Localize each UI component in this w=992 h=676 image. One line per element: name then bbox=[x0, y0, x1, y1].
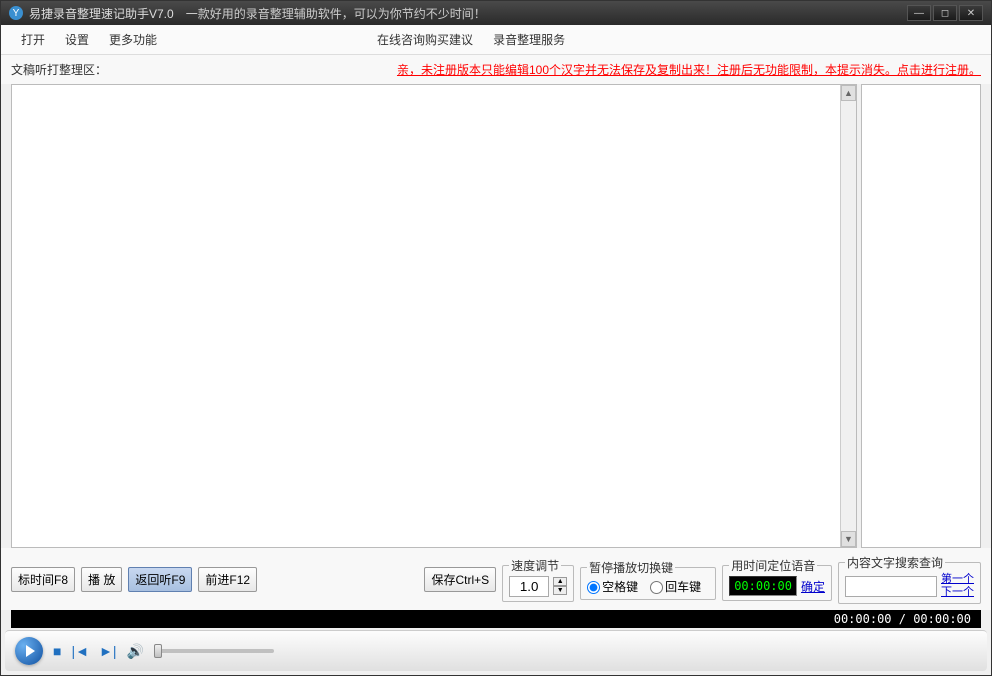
pause-enter-option[interactable]: 回车键 bbox=[650, 578, 701, 595]
speed-up-button[interactable]: ▲ bbox=[553, 577, 567, 586]
search-legend: 内容文字搜索查询 bbox=[845, 554, 945, 571]
save-button[interactable]: 保存Ctrl+S bbox=[424, 567, 496, 592]
play-button[interactable]: 播 放 bbox=[81, 567, 122, 592]
seek-slider[interactable] bbox=[154, 649, 274, 653]
app-window: Y 易捷录音整理速记助手V7.0 一款好用的录音整理辅助软件，可以为你节约不少时… bbox=[0, 0, 992, 676]
transcript-editor[interactable]: ▲ ▼ bbox=[11, 84, 857, 548]
registration-warning-link[interactable]: 亲，未注册版本只能编辑100个汉字并无法保存及复制出来！注册后无功能限制，本提示… bbox=[397, 61, 981, 78]
timepos-group: 用时间定位语音 00:00:00 确定 bbox=[722, 557, 832, 601]
maximize-button[interactable]: ◻ bbox=[933, 5, 957, 21]
volume-icon[interactable]: 🔊 bbox=[126, 643, 143, 660]
editor-label: 文稿听打整理区： bbox=[11, 61, 107, 78]
forward-button[interactable]: 前进F12 bbox=[198, 567, 257, 592]
window-title: 易捷录音整理速记助手V7.0 bbox=[29, 5, 174, 22]
replay-button[interactable]: 返回听F9 bbox=[128, 567, 192, 592]
pause-legend: 暂停播放切换键 bbox=[587, 559, 675, 576]
player-next-button[interactable]: ►| bbox=[99, 643, 117, 659]
window-subtitle: 一款好用的录音整理辅助软件，可以为你节约不少时间！ bbox=[186, 5, 907, 22]
speed-legend: 速度调节 bbox=[509, 557, 561, 574]
scroll-down-button[interactable]: ▼ bbox=[841, 531, 856, 547]
play-icon bbox=[26, 645, 35, 657]
speed-spinner: ▲ ▼ bbox=[553, 577, 567, 595]
menu-more[interactable]: 更多功能 bbox=[99, 29, 167, 50]
timepos-display[interactable]: 00:00:00 bbox=[729, 576, 797, 596]
controls-row: 标时间F8 播 放 返回听F9 前进F12 保存Ctrl+S 速度调节 ▲ ▼ … bbox=[1, 548, 991, 610]
menu-open[interactable]: 打开 bbox=[11, 29, 55, 50]
player-play-button[interactable] bbox=[15, 637, 43, 665]
pause-space-radio[interactable] bbox=[587, 581, 600, 594]
timepos-legend: 用时间定位语音 bbox=[729, 557, 817, 574]
menubar: 打开 设置 更多功能 在线咨询购买建议 录音整理服务 bbox=[1, 25, 991, 55]
scroll-up-button[interactable]: ▲ bbox=[841, 85, 856, 101]
close-button[interactable]: ✕ bbox=[959, 5, 983, 21]
menu-consult[interactable]: 在线咨询购买建议 bbox=[367, 29, 483, 50]
progress-bar[interactable]: 00:00:00 / 00:00:00 bbox=[11, 610, 981, 628]
player-stop-button[interactable]: ■ bbox=[53, 643, 61, 659]
menu-settings[interactable]: 设置 bbox=[55, 29, 99, 50]
minimize-button[interactable]: — bbox=[907, 5, 931, 21]
pause-space-option[interactable]: 空格键 bbox=[587, 578, 638, 595]
search-first-link[interactable]: 第一个 bbox=[941, 573, 974, 586]
player-prev-button[interactable]: |◄ bbox=[71, 643, 89, 659]
app-icon: Y bbox=[9, 6, 23, 20]
player-bar: ■ |◄ ►| 🔊 bbox=[5, 630, 987, 671]
mark-time-button[interactable]: 标时间F8 bbox=[11, 567, 75, 592]
search-next-link[interactable]: 下一个 bbox=[941, 586, 974, 599]
side-panel bbox=[861, 84, 981, 548]
progress-time-text: 00:00:00 / 00:00:00 bbox=[834, 612, 971, 626]
editor-area: ▲ ▼ bbox=[1, 84, 991, 548]
seek-thumb[interactable] bbox=[154, 644, 162, 658]
editor-scrollbar[interactable]: ▲ ▼ bbox=[840, 85, 856, 547]
menu-service[interactable]: 录音整理服务 bbox=[483, 29, 575, 50]
speed-group: 速度调节 ▲ ▼ bbox=[502, 557, 574, 602]
pause-enter-radio[interactable] bbox=[650, 581, 663, 594]
timepos-confirm-link[interactable]: 确定 bbox=[801, 578, 825, 595]
pause-key-group: 暂停播放切换键 空格键 回车键 bbox=[580, 559, 716, 600]
search-input[interactable] bbox=[845, 576, 937, 597]
window-controls: — ◻ ✕ bbox=[907, 5, 983, 21]
search-group: 内容文字搜索查询 第一个 下一个 bbox=[838, 554, 981, 604]
titlebar: Y 易捷录音整理速记助手V7.0 一款好用的录音整理辅助软件，可以为你节约不少时… bbox=[1, 1, 991, 25]
speed-down-button[interactable]: ▼ bbox=[553, 586, 567, 595]
section-header: 文稿听打整理区： 亲，未注册版本只能编辑100个汉字并无法保存及复制出来！注册后… bbox=[1, 55, 991, 84]
speed-input[interactable] bbox=[509, 576, 549, 597]
